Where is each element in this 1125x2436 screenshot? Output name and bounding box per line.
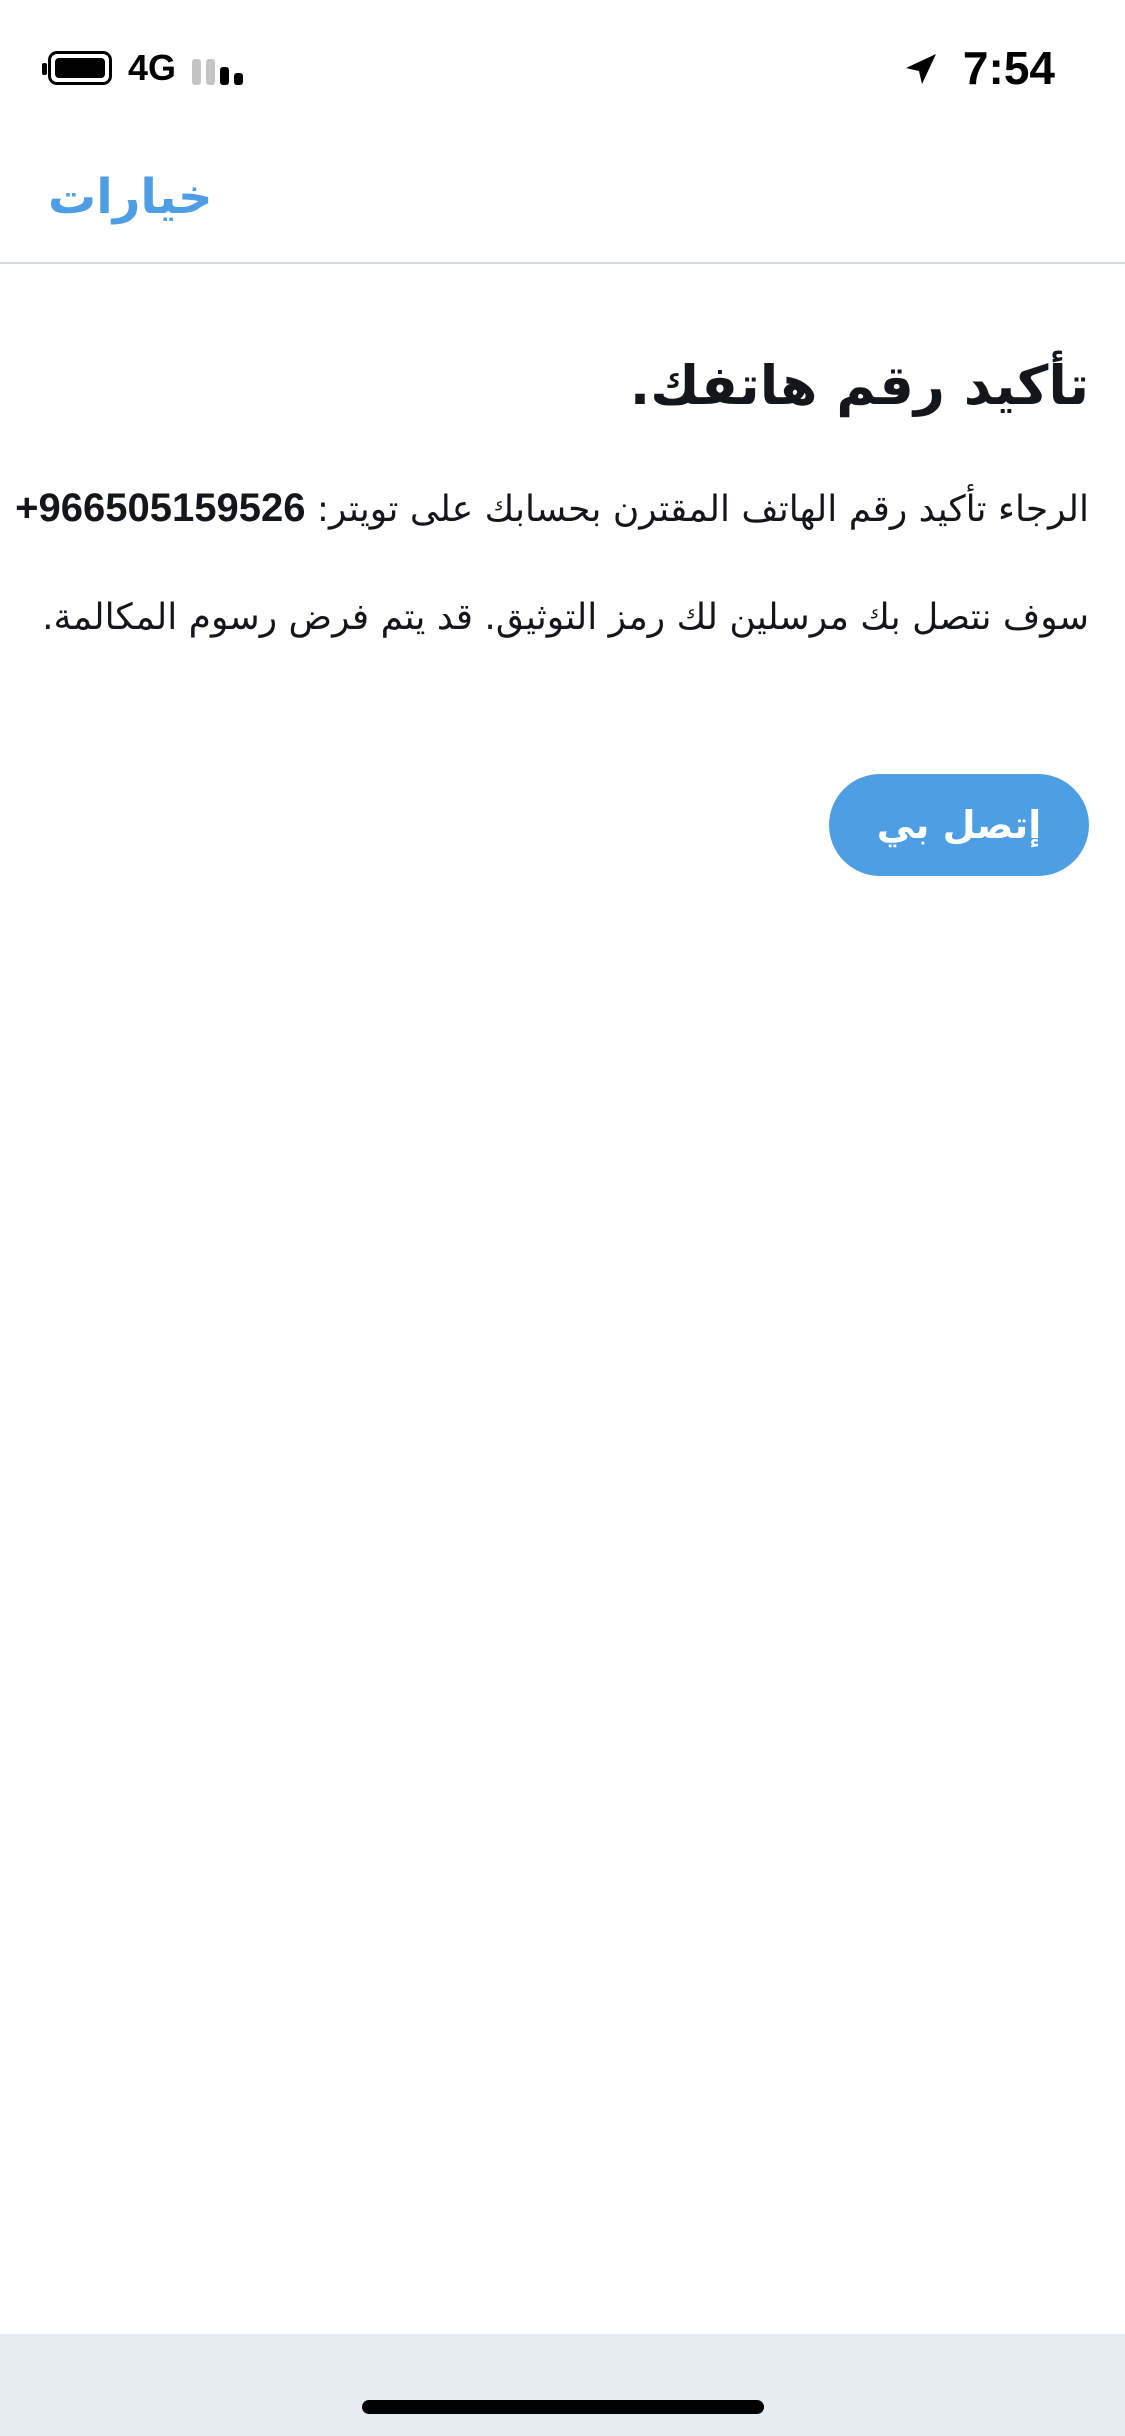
status-bar: 4G 7:54	[0, 0, 1125, 132]
battery-full-icon	[42, 51, 112, 85]
call-me-button[interactable]: إتصل بي	[829, 774, 1089, 876]
charges-notice: سوف نتصل بك مرسلين لك رمز التوثيق. قد يت…	[42, 597, 1089, 638]
network-type: 4G	[128, 47, 177, 88]
clock-time: 7:54	[962, 42, 1055, 94]
home-indicator-bar[interactable]	[362, 2400, 764, 2414]
signal-strength-icon	[192, 53, 250, 85]
home-indicator-area	[0, 2334, 1125, 2436]
location-arrow-icon	[906, 54, 936, 84]
phone-number: +966505159526	[15, 486, 306, 530]
instruction-label: الرجاء تأكيد رقم الهاتف المقترن بحسابك ع…	[305, 489, 1089, 530]
navigation-bar: خيارات	[0, 132, 1125, 264]
options-button[interactable]: خيارات	[48, 162, 213, 232]
page-title: تأكيد رقم هاتفك.	[629, 354, 1089, 417]
instruction-text: الرجاء تأكيد رقم الهاتف المقترن بحسابك ع…	[15, 478, 1089, 540]
